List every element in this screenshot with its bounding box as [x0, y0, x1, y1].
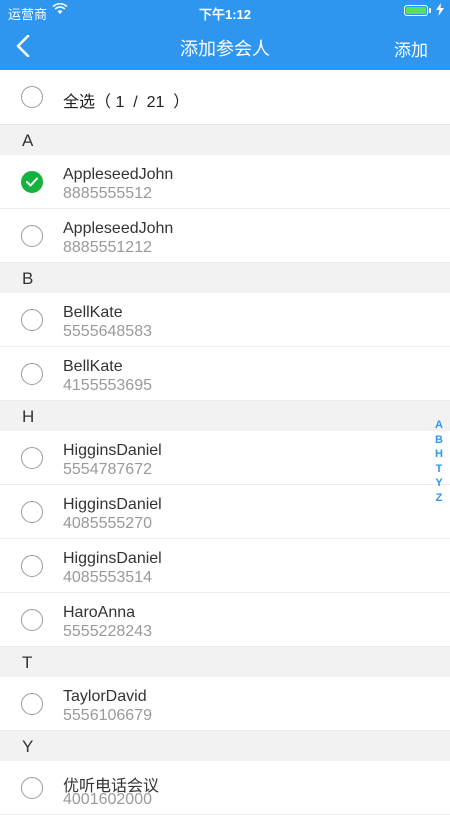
contact-row[interactable]: HaroAnna 5555228243 [0, 593, 450, 647]
contact-row[interactable]: AppleseedJohn 8885555512 [0, 155, 450, 209]
section-letter: T [22, 653, 33, 672]
contact-phone: 8885555512 [63, 185, 152, 202]
navigation-bar: 添加参会人 添加 [0, 22, 450, 70]
contact-row[interactable]: AppleseedJohn 8885551212 [0, 209, 450, 263]
section-header-t: T [0, 647, 450, 677]
contact-list: A AppleseedJohn 8885555512 AppleseedJohn 888… [0, 125, 450, 815]
charging-icon [436, 3, 444, 19]
battery-icon [404, 5, 428, 16]
contact-name: HigginsDaniel [63, 496, 162, 513]
unchecked-radio[interactable] [21, 225, 43, 247]
index-letter-h[interactable]: H [435, 447, 443, 462]
section-header-b: B [0, 263, 450, 293]
section-header-h: H [0, 401, 450, 431]
index-letter-y[interactable]: Y [435, 476, 442, 491]
index-letter-a[interactable]: A [435, 418, 443, 433]
unchecked-radio[interactable] [21, 363, 43, 385]
contact-phone: 5556106679 [63, 707, 152, 724]
header-bar: 运营商 下午1:12 添加参会人 添加 [0, 0, 450, 70]
contact-name: HaroAnna [63, 604, 136, 621]
contact-row[interactable]: BellKate 4155553695 [0, 347, 450, 401]
contact-row[interactable]: HigginsDaniel 4085555270 [0, 485, 450, 539]
contact-row[interactable]: TaylorDavid 5556106679 [0, 677, 450, 731]
contact-phone: 4001602000 [63, 791, 152, 808]
checkmark-icon [26, 177, 38, 187]
status-bar: 运营商 下午1:12 [0, 0, 450, 22]
select-all-row[interactable]: 全选（ 1 / 21 ） [0, 70, 450, 125]
contact-name: HigginsDaniel [63, 442, 162, 459]
index-letter-z[interactable]: Z [436, 491, 443, 506]
contact-phone: 5554787672 [63, 461, 152, 478]
unchecked-radio[interactable] [21, 447, 43, 469]
section-header-a: A [0, 125, 450, 155]
battery-tip [429, 8, 431, 13]
unchecked-radio[interactable] [21, 309, 43, 331]
contact-phone: 5555228243 [63, 623, 152, 640]
section-letter: Y [22, 737, 34, 756]
select-all-radio[interactable] [21, 86, 43, 108]
contact-name: HigginsDaniel [63, 550, 162, 567]
section-header-y: Y [0, 731, 450, 761]
unchecked-radio[interactable] [21, 693, 43, 715]
unchecked-radio[interactable] [21, 501, 43, 523]
contact-phone: 8885551212 [63, 239, 152, 256]
add-button[interactable]: 添加 [394, 36, 428, 61]
select-all-label: 全选（ 1 / 21 ） [63, 94, 190, 111]
status-time: 下午1:12 [198, 7, 252, 22]
contact-name: BellKate [63, 358, 123, 375]
contact-row[interactable]: HigginsDaniel 5554787672 [0, 431, 450, 485]
index-letter-b[interactable]: B [435, 433, 443, 448]
unchecked-radio[interactable] [21, 609, 43, 631]
section-letter: B [22, 269, 34, 288]
page-title: 添加参会人 [180, 39, 270, 59]
contact-phone: 4085555270 [63, 515, 152, 532]
contact-phone: 5555648583 [63, 323, 152, 340]
contact-row[interactable]: 优听电话会议 4001602000 [0, 761, 450, 815]
unchecked-radio[interactable] [21, 555, 43, 577]
checked-radio[interactable] [21, 171, 43, 193]
contact-name: AppleseedJohn [63, 220, 174, 237]
index-letter-t[interactable]: T [436, 462, 443, 477]
contact-row[interactable]: HigginsDaniel 4085553514 [0, 539, 450, 593]
contact-row[interactable]: BellKate 5555648583 [0, 293, 450, 347]
contact-name: BellKate [63, 304, 123, 321]
unchecked-radio[interactable] [21, 777, 43, 799]
alphabet-index-bar[interactable]: ABHTYZ [432, 418, 446, 505]
section-letter: H [22, 407, 35, 426]
contact-name: TaylorDavid [63, 688, 147, 705]
section-letter: A [22, 131, 34, 150]
contact-name: AppleseedJohn [63, 166, 174, 183]
contact-phone: 4085553514 [63, 569, 152, 586]
contact-phone: 4155553695 [63, 377, 152, 394]
